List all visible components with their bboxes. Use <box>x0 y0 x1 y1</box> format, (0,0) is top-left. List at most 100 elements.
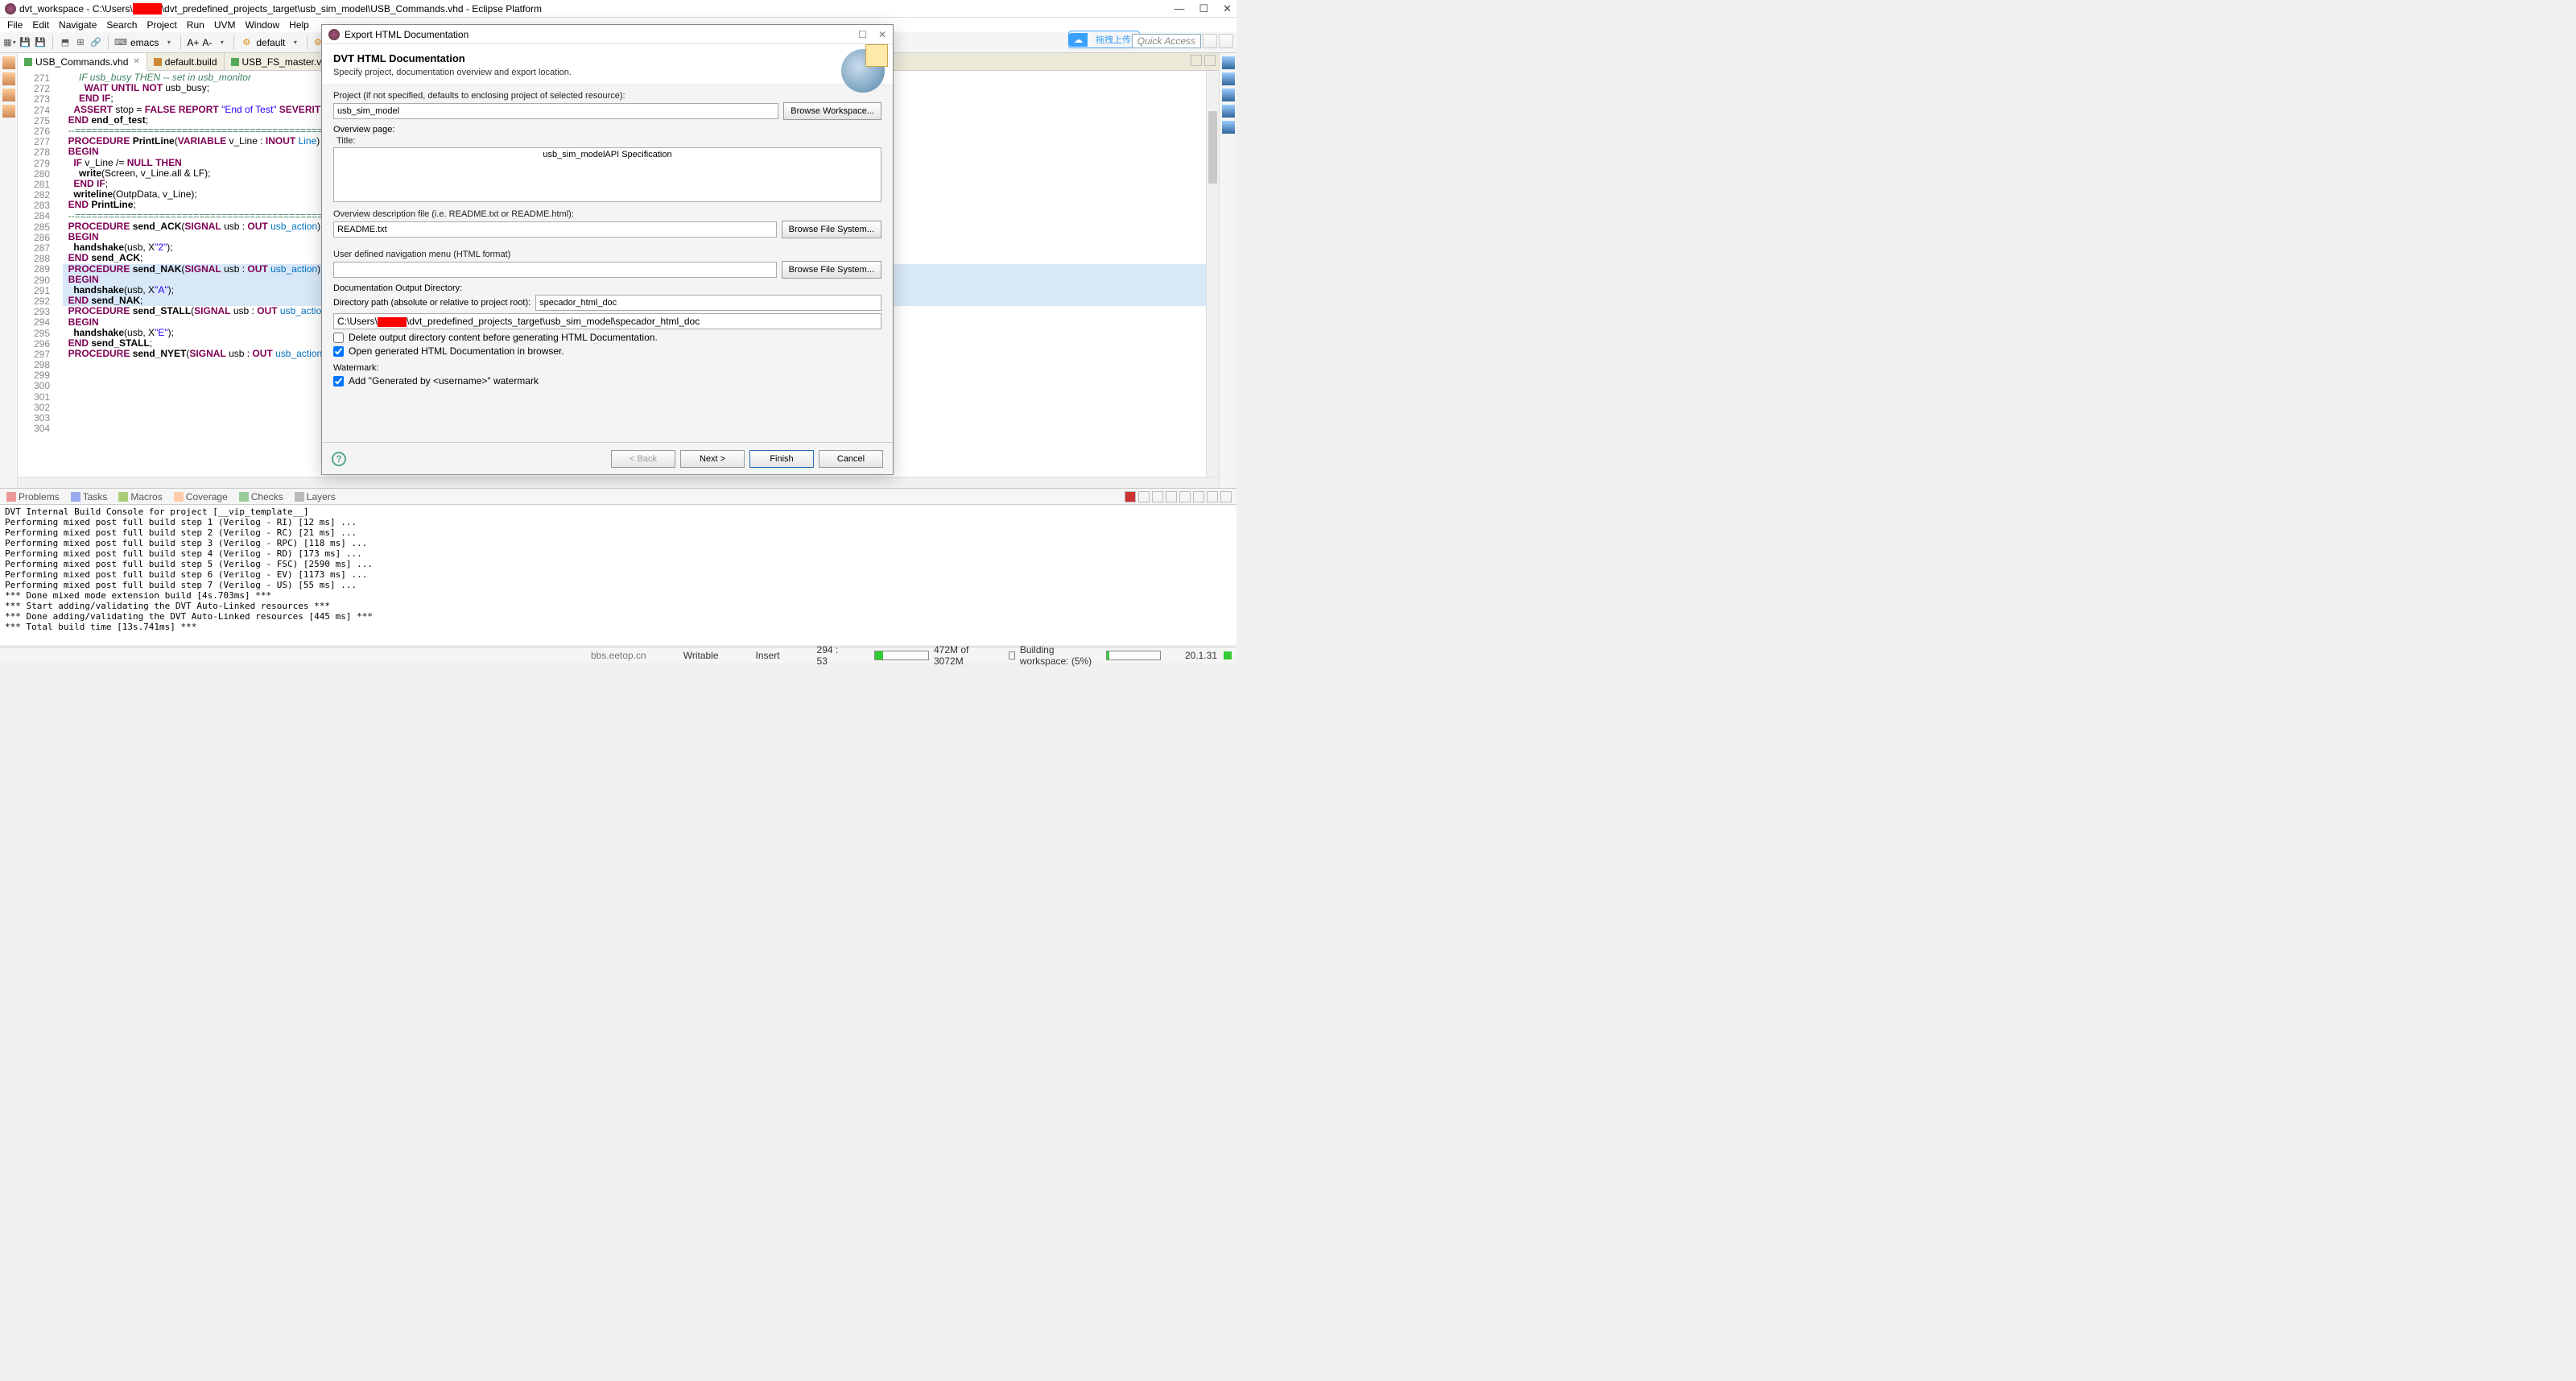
dialog-body: Project (if not specified, defaults to e… <box>322 85 893 442</box>
maximize-view-icon[interactable] <box>1204 55 1216 66</box>
keymap-label[interactable]: emacs <box>130 37 159 48</box>
perspective-switcher[interactable] <box>1203 34 1233 48</box>
maximize-button[interactable]: ☐ <box>1199 2 1208 15</box>
min-icon[interactable] <box>1207 491 1218 502</box>
project-input[interactable] <box>333 103 778 119</box>
folder-icon[interactable] <box>2 56 15 69</box>
upload-widget[interactable]: ☁ 拖拽上传 <box>1068 31 1140 48</box>
menu-project[interactable]: Project <box>142 19 180 31</box>
menu-window[interactable]: Window <box>241 19 283 31</box>
minimize-view-icon[interactable] <box>1191 55 1202 66</box>
delete-checkbox[interactable]: Delete output directory content before g… <box>333 332 881 343</box>
profile-label[interactable]: default <box>256 37 285 48</box>
save-all-icon[interactable]: 💾 <box>34 36 47 49</box>
chip-icon[interactable] <box>2 105 15 118</box>
status-position: 294 : 53 <box>811 644 850 667</box>
dirpath-label: Directory path (absolute or relative to … <box>333 298 530 308</box>
tab-checks[interactable]: Checks <box>234 490 288 503</box>
link-icon[interactable]: 🔗 <box>89 36 102 49</box>
font-dec[interactable]: A- <box>202 37 212 48</box>
gear-icon[interactable]: ⚙ <box>240 36 253 49</box>
fold-gutter[interactable] <box>53 71 63 477</box>
keymap-icon[interactable]: ⌨ <box>114 36 127 49</box>
close-icon[interactable]: ✕ <box>133 57 139 66</box>
save-icon[interactable]: 💾 <box>19 36 31 49</box>
menu-navigate[interactable]: Navigate <box>55 19 101 31</box>
window-titlebar: dvt_workspace - C:\Users\ xx \dvt_predef… <box>0 0 1236 18</box>
dialog-max-icon[interactable]: ☐ <box>858 29 867 40</box>
new-icon[interactable]: ▦ <box>3 36 16 49</box>
open-checkbox[interactable]: Open generated HTML Documentation in bro… <box>333 345 881 357</box>
status-writable: Writable <box>677 650 725 661</box>
tree-icon[interactable]: ⊞ <box>74 36 87 49</box>
perspective-icon[interactable] <box>1203 34 1217 48</box>
quick-access-input[interactable]: Quick Access <box>1132 34 1201 48</box>
clear-icon[interactable] <box>1138 491 1150 502</box>
hier-icon[interactable] <box>2 89 15 101</box>
db-icon[interactable] <box>1222 121 1235 134</box>
dialog-titlebar[interactable]: Export HTML Documentation ☐ ✕ <box>322 25 893 44</box>
profile-dropdown[interactable] <box>288 36 301 49</box>
font-inc[interactable]: A+ <box>187 37 199 48</box>
app-icon <box>5 3 16 14</box>
browse-fs-button-2[interactable]: Browse File System... <box>782 261 881 279</box>
status-memory: 472M of 3072M <box>874 644 985 667</box>
vhd-icon <box>24 58 32 66</box>
watermark-checkbox[interactable]: Add "Generated by <username>" watermark <box>333 375 881 387</box>
stop-icon[interactable] <box>1125 491 1136 502</box>
odf-input[interactable] <box>333 221 777 238</box>
lock-icon[interactable] <box>1152 491 1163 502</box>
dialog-close-icon[interactable]: ✕ <box>878 29 886 40</box>
dirpath-input[interactable] <box>535 295 881 311</box>
close-button[interactable]: ✕ <box>1223 2 1232 15</box>
menu-search[interactable]: Search <box>102 19 141 31</box>
view-stack-right <box>1219 53 1236 488</box>
cancel-button[interactable]: Cancel <box>819 450 883 468</box>
menu-edit[interactable]: Edit <box>28 19 53 31</box>
copy-icon[interactable] <box>2 72 15 85</box>
title-input[interactable]: usb_sim_modelAPI Specification <box>333 147 881 202</box>
tab-coverage[interactable]: Coverage <box>169 490 233 503</box>
tab-tasks[interactable]: Tasks <box>66 490 113 503</box>
bottom-tabs: Problems Tasks Macros Coverage Checks La… <box>0 488 1236 504</box>
next-button[interactable]: Next > <box>680 450 745 468</box>
menu-uvm[interactable]: UVM <box>210 19 240 31</box>
minimize-button[interactable]: — <box>1174 2 1184 15</box>
menu-file[interactable]: File <box>3 19 27 31</box>
max-icon[interactable] <box>1220 491 1232 502</box>
font-dropdown[interactable] <box>215 36 228 49</box>
open-icon[interactable] <box>1193 491 1204 502</box>
tab-macros[interactable]: Macros <box>114 490 167 503</box>
tab-problems[interactable]: Problems <box>2 490 64 503</box>
build-icon[interactable]: ⬒ <box>59 36 72 49</box>
fullpath-display: C:\Users\\dvt_predefined_projects_target… <box>333 313 881 329</box>
menu-run[interactable]: Run <box>183 19 208 31</box>
nav-input[interactable] <box>333 262 777 278</box>
dialog-heading: DVT HTML Documentation <box>333 52 572 64</box>
console-output[interactable]: DVT Internal Build Console for project [… <box>0 504 1236 645</box>
finish-button[interactable]: Finish <box>749 450 814 468</box>
menu-help[interactable]: Help <box>285 19 313 31</box>
watermark-section: Watermark: <box>333 363 881 373</box>
keymap-dropdown[interactable] <box>162 36 175 49</box>
help-icon[interactable]: ? <box>332 452 346 466</box>
console-toolbar <box>1125 491 1235 502</box>
pin-icon[interactable] <box>1166 491 1177 502</box>
scrollbar-horizontal[interactable] <box>18 477 1219 488</box>
line-gutter: 2712722732742752762772782792802812822832… <box>18 71 53 477</box>
scrollbar-vertical[interactable] <box>1206 71 1219 477</box>
inst-icon[interactable] <box>1222 89 1235 101</box>
browse-workspace-button[interactable]: Browse Workspace... <box>783 102 881 120</box>
tab-usb-commands[interactable]: USB_Commands.vhd ✕ <box>18 53 147 71</box>
types-icon[interactable] <box>1222 72 1235 85</box>
display-icon[interactable] <box>1179 491 1191 502</box>
title-label: Title: <box>336 136 881 146</box>
outline-icon[interactable] <box>1222 56 1235 69</box>
odf-label: Overview description file (i.e. README.t… <box>333 209 881 219</box>
dialog-subtitle: Specify project, documentation overview … <box>333 68 572 77</box>
tab-default-build[interactable]: default.build <box>147 53 225 70</box>
lib-icon[interactable] <box>1222 105 1235 118</box>
browse-fs-button-1[interactable]: Browse File System... <box>782 221 881 238</box>
dvt-perspective-icon[interactable] <box>1219 34 1233 48</box>
tab-layers[interactable]: Layers <box>290 490 341 503</box>
